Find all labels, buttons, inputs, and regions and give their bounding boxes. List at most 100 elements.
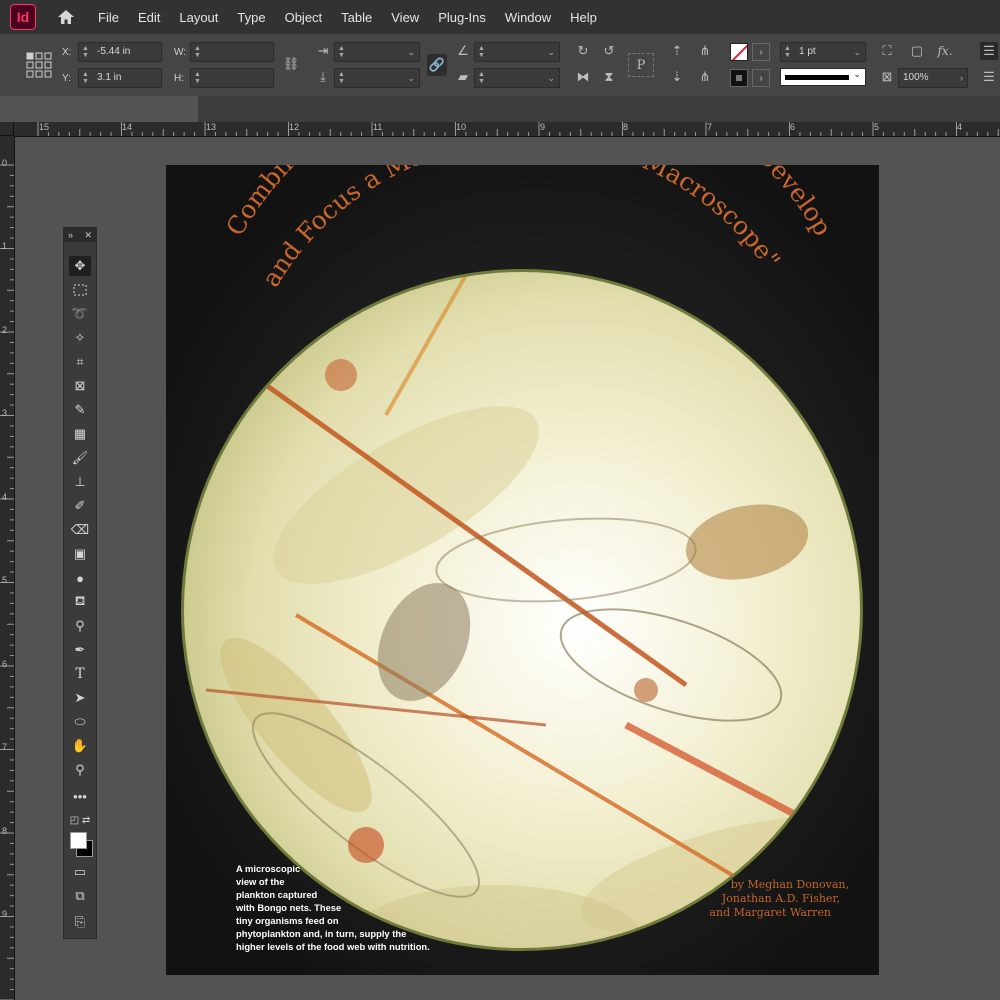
panel-menu-icon[interactable]: ☰ (980, 42, 998, 60)
h-field[interactable]: ▲ ▼ (190, 68, 274, 88)
zoom-tool-icon[interactable]: ⚲ (69, 760, 91, 780)
y-value: 3.1 in (97, 72, 122, 83)
type-tool-icon[interactable]: T (69, 664, 91, 684)
ruler-label: 5 (2, 575, 8, 585)
rectangle-frame-tool-icon[interactable] (69, 280, 91, 300)
menu-edit[interactable]: Edit (138, 10, 160, 25)
menu-plug-ins[interactable]: Plug-Ins (438, 10, 486, 25)
select-next-icon[interactable]: ⋔ (696, 68, 714, 86)
frame-grid-tool-icon[interactable]: ⊠ (69, 376, 91, 396)
constrain-scale-icon[interactable]: 🔗 (427, 54, 447, 76)
ruler-label: 10 (456, 122, 467, 132)
caption-line: with Bongo nets. These (236, 902, 342, 913)
caption-line: view of the (236, 876, 285, 887)
color-theme-tool-icon[interactable]: ▦ (69, 424, 91, 444)
w-field[interactable]: ▲ ▼ (190, 42, 274, 62)
rotate-field[interactable]: ▲ ▼ ⌄ (474, 42, 560, 62)
reference-point-icon[interactable] (26, 52, 52, 78)
byline-line: by Meghan Donovan, (730, 878, 849, 891)
effects-icon[interactable]: fx. (936, 42, 954, 60)
rotate-angle-icon: ∠ (457, 43, 469, 58)
rotate-ccw-icon[interactable]: ↺ (600, 42, 618, 60)
screen-mode-icon[interactable]: ⧉ (69, 886, 91, 906)
select-previous-icon[interactable]: ⇣ (668, 68, 686, 86)
menu-table[interactable]: Table (341, 10, 372, 25)
tools-panel-header[interactable]: » ✕ (64, 228, 96, 242)
stroke-weight-field[interactable]: ▲ ▼ 1 pt ⌄ (780, 42, 866, 62)
vertical-ruler[interactable]: 0 1 2 3 4 5 6 7 8 9 (0, 136, 15, 1000)
magic-wand-tool-icon[interactable]: ✧ (69, 328, 91, 348)
byline-line: and Margaret Warren (709, 906, 831, 919)
flip-horizontal-icon[interactable]: ⧓ (574, 68, 592, 86)
menu-window[interactable]: Window (505, 10, 551, 25)
stroke-swatch[interactable] (730, 69, 748, 87)
paint-bucket-tool-icon[interactable]: ⛾ (69, 592, 91, 612)
collapse-panel-icon[interactable]: » (68, 230, 73, 240)
home-icon[interactable] (54, 5, 78, 29)
brush-tool-icon[interactable]: 🖌 (69, 448, 91, 468)
frame-fitting-icon[interactable]: ⛶ (878, 42, 896, 60)
menu-view[interactable]: View (391, 10, 419, 25)
lasso-tool-icon[interactable]: ➰ (69, 304, 91, 324)
scale-y-field[interactable]: ▲ ▼ ⌄ (334, 68, 420, 88)
fill-dropdown-icon[interactable]: › (752, 43, 770, 61)
flip-vertical-icon[interactable]: ⧗ (600, 68, 618, 86)
crop-tool-icon[interactable]: ⌗ (69, 352, 91, 372)
y-field[interactable]: ▲ ▼ 3.1 in (78, 68, 162, 88)
preview-mode-icon[interactable]: ▭ (69, 862, 91, 882)
ruler-label: 9 (2, 909, 8, 919)
document-tab[interactable] (0, 96, 198, 122)
more-tools-icon[interactable]: ••• (69, 786, 91, 806)
stroke-dropdown-icon[interactable]: › (752, 69, 770, 87)
x-value: -5.44 in (97, 46, 131, 57)
close-panel-icon[interactable]: ✕ (84, 230, 92, 241)
drop-shadow-icon[interactable]: ▢ (908, 42, 926, 60)
select-content-icon[interactable]: ⋔ (696, 42, 714, 60)
ellipse-tool-icon[interactable]: ⬭ (69, 712, 91, 732)
shear-field[interactable]: ▲ ▼ ⌄ (474, 68, 560, 88)
paragraph-icon[interactable]: P (628, 53, 654, 77)
document-page[interactable]: Combining Minimally Invasive Technologie… (166, 165, 879, 975)
stroke-type-dropdown[interactable]: ⌄ (780, 68, 866, 86)
app-logo[interactable]: Id (10, 4, 36, 30)
ruler-label: 7 (707, 122, 713, 132)
fill-none-swatch[interactable] (730, 43, 748, 61)
share-for-review-icon[interactable]: ⎘ (69, 912, 91, 932)
horizontal-ruler[interactable]: 15 14 13 12 11 10 9 8 7 6 5 4 (14, 122, 1000, 137)
plankton-microscope-image[interactable]: Combining Minimally Invasive Technologie… (166, 165, 879, 975)
ruler-label: 4 (2, 492, 8, 502)
menu-file[interactable]: File (98, 10, 119, 25)
rotate-cw-icon[interactable]: ↻ (574, 42, 592, 60)
eyedropper-tool-icon[interactable]: ✎ (69, 400, 91, 420)
selection-tool-icon[interactable]: ✥ (69, 256, 91, 276)
pen-tool-icon[interactable]: ✒ (69, 640, 91, 660)
constrain-proportions-icon[interactable]: ⛓ (282, 55, 300, 73)
opacity-value: 100% (903, 72, 929, 83)
hand-tool-icon[interactable]: ✋ (69, 736, 91, 756)
menu-layout[interactable]: Layout (179, 10, 218, 25)
ruler-label: 14 (122, 122, 133, 132)
direct-selection-tool-icon[interactable]: ➤ (69, 688, 91, 708)
stamp-tool-icon[interactable]: ⊥ (69, 472, 91, 492)
tools-panel: » ✕ ✥ ➰ ✧ ⌗ ⊠ ✎ ▦ 🖌 ⊥ ✐ ⌫ ▣ ● ⛾ ⚲ ✒ T ➤ … (63, 227, 97, 939)
fill-color-swatch[interactable] (70, 832, 87, 849)
fill-stroke-swatches[interactable] (70, 832, 93, 857)
blur-tool-icon[interactable]: ● (69, 568, 91, 588)
menu-object[interactable]: Object (285, 10, 323, 25)
ruler-origin[interactable] (0, 122, 14, 136)
opacity-field[interactable]: 100% › (898, 68, 968, 88)
ruler-label: 8 (623, 122, 629, 132)
default-swap-colors-icon[interactable]: ◰ ⇄ (69, 810, 91, 830)
h-label: H: (174, 73, 184, 84)
eraser-tool-icon[interactable]: ⌫ (69, 520, 91, 540)
x-field[interactable]: ▲ ▼ -5.44 in (78, 42, 162, 62)
healing-brush-tool-icon[interactable]: ✐ (69, 496, 91, 516)
menu-help[interactable]: Help (570, 10, 597, 25)
menu-type[interactable]: Type (237, 10, 265, 25)
select-container-icon[interactable]: ⇡ (668, 42, 686, 60)
dodge-tool-icon[interactable]: ⚲ (69, 616, 91, 636)
gradient-tool-icon[interactable]: ▣ (69, 544, 91, 564)
scale-x-field[interactable]: ▲ ▼ ⌄ (334, 42, 420, 62)
ruler-label: 15 (39, 122, 50, 132)
text-wrap-icon[interactable]: ☰ (980, 68, 998, 86)
